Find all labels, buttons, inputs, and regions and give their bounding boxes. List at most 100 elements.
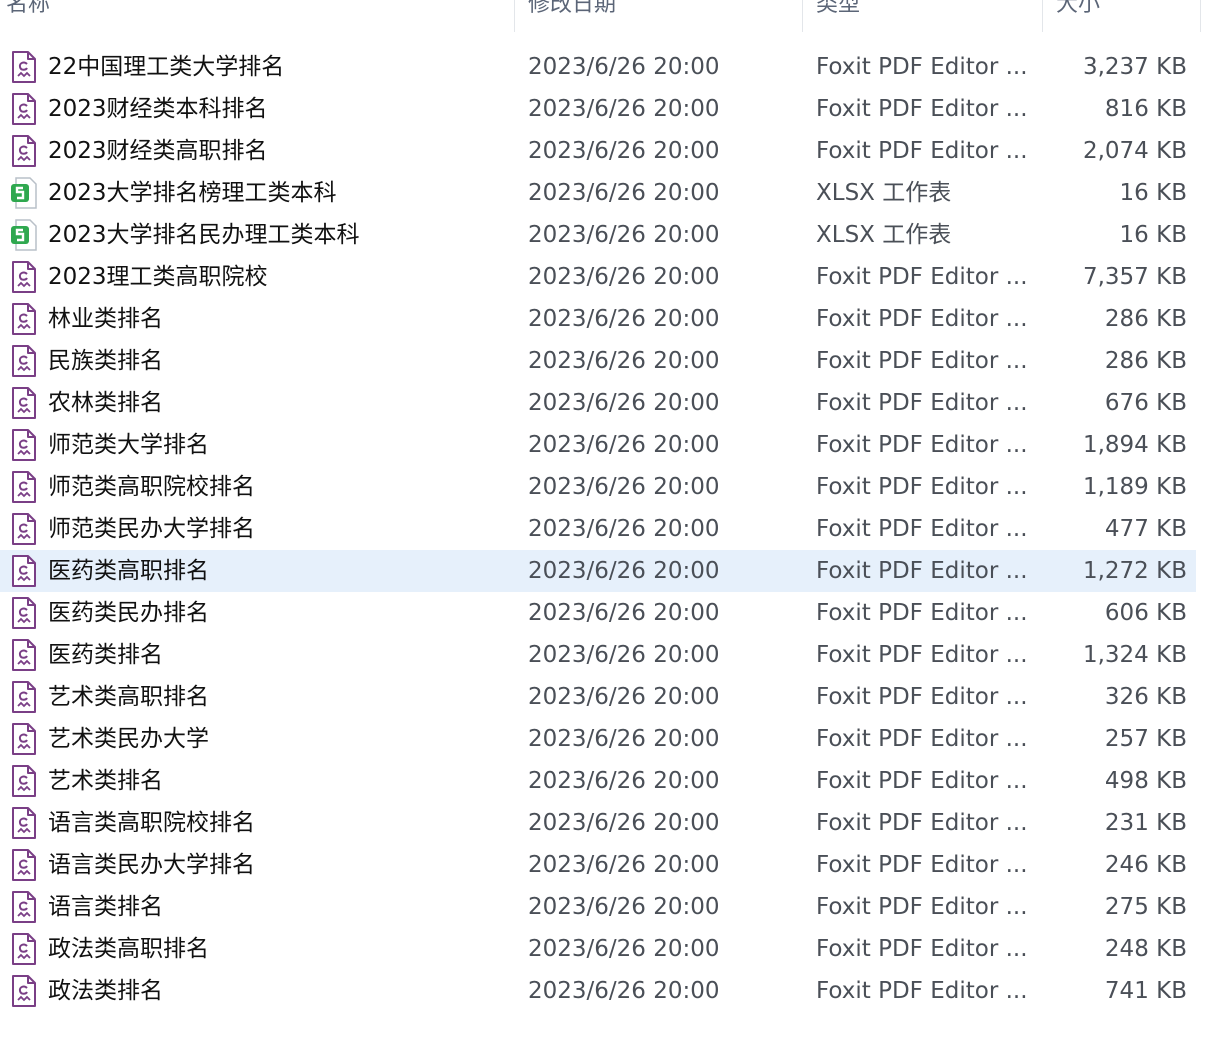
file-size: 816 KB bbox=[1104, 96, 1187, 122]
file-type: Foxit PDF Editor ... bbox=[816, 852, 1028, 878]
file-size: 477 KB bbox=[1104, 516, 1187, 542]
pdf-file-icon bbox=[10, 849, 38, 881]
column-divider[interactable] bbox=[1200, 0, 1201, 32]
file-size: 257 KB bbox=[1104, 726, 1187, 752]
file-type: Foxit PDF Editor ... bbox=[816, 600, 1028, 626]
file-row[interactable]: 师范类大学排名 2023/6/26 20:00 Foxit PDF Editor .… bbox=[0, 424, 1196, 466]
pdf-file-icon bbox=[10, 513, 38, 545]
pdf-file-icon bbox=[10, 51, 38, 83]
pdf-file-icon bbox=[10, 597, 38, 629]
file-name: 2023大学排名榜理工类本科 bbox=[48, 180, 337, 206]
file-name: 师范类大学排名 bbox=[48, 432, 209, 458]
file-size: 1,272 KB bbox=[1082, 558, 1187, 584]
file-size: 286 KB bbox=[1104, 306, 1187, 332]
file-type: Foxit PDF Editor ... bbox=[816, 516, 1028, 542]
file-row[interactable]: 医药类民办排名 2023/6/26 20:00 Foxit PDF Editor .… bbox=[0, 592, 1196, 634]
file-row[interactable]: 农林类排名 2023/6/26 20:00 Foxit PDF Editor ...… bbox=[0, 382, 1196, 424]
column-header-modified[interactable]: 修改日期 bbox=[528, 0, 616, 32]
file-modified-date: 2023/6/26 20:00 bbox=[528, 978, 720, 1004]
file-modified-date: 2023/6/26 20:00 bbox=[528, 264, 720, 290]
file-modified-date: 2023/6/26 20:00 bbox=[528, 894, 720, 920]
file-size: 676 KB bbox=[1104, 390, 1187, 416]
file-modified-date: 2023/6/26 20:00 bbox=[528, 96, 720, 122]
pdf-file-icon bbox=[10, 387, 38, 419]
file-size: 231 KB bbox=[1104, 810, 1187, 836]
file-modified-date: 2023/6/26 20:00 bbox=[528, 768, 720, 794]
pdf-file-icon bbox=[10, 765, 38, 797]
pdf-file-icon bbox=[10, 807, 38, 839]
file-name: 语言类排名 bbox=[48, 894, 163, 920]
file-type: Foxit PDF Editor ... bbox=[816, 810, 1028, 836]
file-modified-date: 2023/6/26 20:00 bbox=[528, 138, 720, 164]
file-row[interactable]: 2023大学排名民办理工类本科 2023/6/26 20:00 XLSX 工作表 16… bbox=[0, 214, 1196, 256]
file-row[interactable]: 2023财经类本科排名 2023/6/26 20:00 Foxit PDF Edit… bbox=[0, 88, 1196, 130]
file-name: 医药类民办排名 bbox=[48, 600, 209, 626]
file-type: Foxit PDF Editor ... bbox=[816, 936, 1028, 962]
pdf-file-icon bbox=[10, 891, 38, 923]
file-row[interactable]: 艺术类民办大学 2023/6/26 20:00 Foxit PDF Editor .… bbox=[0, 718, 1196, 760]
column-divider[interactable] bbox=[802, 0, 803, 32]
file-type: XLSX 工作表 bbox=[816, 222, 952, 248]
pdf-file-icon bbox=[10, 933, 38, 965]
column-header-type[interactable]: 类型 bbox=[816, 0, 860, 32]
file-size: 286 KB bbox=[1104, 348, 1187, 374]
file-row[interactable]: 医药类高职排名 2023/6/26 20:00 Foxit PDF Editor .… bbox=[0, 550, 1196, 592]
file-size: 2,074 KB bbox=[1082, 138, 1187, 164]
file-type: Foxit PDF Editor ... bbox=[816, 138, 1028, 164]
file-type: Foxit PDF Editor ... bbox=[816, 726, 1028, 752]
file-name: 22中国理工类大学排名 bbox=[48, 54, 285, 80]
file-row[interactable]: 政法类排名 2023/6/26 20:00 Foxit PDF Editor ...… bbox=[0, 970, 1196, 1012]
column-header-name[interactable]: 名称 bbox=[6, 0, 50, 32]
file-name: 艺术类排名 bbox=[48, 768, 163, 794]
file-type: Foxit PDF Editor ... bbox=[816, 432, 1028, 458]
pdf-file-icon bbox=[10, 93, 38, 125]
pdf-file-icon bbox=[10, 345, 38, 377]
file-row[interactable]: 艺术类高职排名 2023/6/26 20:00 Foxit PDF Editor .… bbox=[0, 676, 1196, 718]
column-divider[interactable] bbox=[1042, 0, 1043, 32]
file-size: 3,237 KB bbox=[1082, 54, 1187, 80]
file-modified-date: 2023/6/26 20:00 bbox=[528, 516, 720, 542]
file-name: 民族类排名 bbox=[48, 348, 163, 374]
column-header-bar: 名称 修改日期 类型 大小 bbox=[0, 0, 1218, 32]
file-type: Foxit PDF Editor ... bbox=[816, 978, 1028, 1004]
file-name: 艺术类民办大学 bbox=[48, 726, 209, 752]
file-row[interactable]: 语言类民办大学排名 2023/6/26 20:00 Foxit PDF Editor… bbox=[0, 844, 1196, 886]
file-row[interactable]: 2023理工类高职院校 2023/6/26 20:00 Foxit PDF Edit… bbox=[0, 256, 1196, 298]
file-name: 师范类民办大学排名 bbox=[48, 516, 255, 542]
pdf-file-icon bbox=[10, 723, 38, 755]
file-modified-date: 2023/6/26 20:00 bbox=[528, 432, 720, 458]
file-name: 政法类高职排名 bbox=[48, 936, 209, 962]
file-type: Foxit PDF Editor ... bbox=[816, 894, 1028, 920]
file-type: Foxit PDF Editor ... bbox=[816, 54, 1028, 80]
file-row[interactable]: 2023大学排名榜理工类本科 2023/6/26 20:00 XLSX 工作表 16 … bbox=[0, 172, 1196, 214]
pdf-file-icon bbox=[10, 303, 38, 335]
file-name: 师范类高职院校排名 bbox=[48, 474, 255, 500]
file-modified-date: 2023/6/26 20:00 bbox=[528, 852, 720, 878]
file-row[interactable]: 艺术类排名 2023/6/26 20:00 Foxit PDF Editor ...… bbox=[0, 760, 1196, 802]
pdf-file-icon bbox=[10, 471, 38, 503]
pdf-file-icon bbox=[10, 261, 38, 293]
file-size: 741 KB bbox=[1104, 978, 1187, 1004]
file-size: 16 KB bbox=[1119, 180, 1187, 206]
vertical-scrollbar[interactable] bbox=[1204, 32, 1218, 1062]
file-type: Foxit PDF Editor ... bbox=[816, 474, 1028, 500]
file-modified-date: 2023/6/26 20:00 bbox=[528, 222, 720, 248]
file-row[interactable]: 语言类高职院校排名 2023/6/26 20:00 Foxit PDF Editor… bbox=[0, 802, 1196, 844]
file-row[interactable]: 语言类排名 2023/6/26 20:00 Foxit PDF Editor ...… bbox=[0, 886, 1196, 928]
file-row[interactable]: 林业类排名 2023/6/26 20:00 Foxit PDF Editor ...… bbox=[0, 298, 1196, 340]
file-modified-date: 2023/6/26 20:00 bbox=[528, 684, 720, 710]
file-row[interactable]: 政法类高职排名 2023/6/26 20:00 Foxit PDF Editor .… bbox=[0, 928, 1196, 970]
file-type: Foxit PDF Editor ... bbox=[816, 96, 1028, 122]
file-row[interactable]: 师范类高职院校排名 2023/6/26 20:00 Foxit PDF Editor… bbox=[0, 466, 1196, 508]
file-name: 政法类排名 bbox=[48, 978, 163, 1004]
file-name: 农林类排名 bbox=[48, 390, 163, 416]
column-divider[interactable] bbox=[514, 0, 515, 32]
column-header-size[interactable]: 大小 bbox=[1056, 0, 1100, 32]
pdf-file-icon bbox=[10, 639, 38, 671]
file-row[interactable]: 民族类排名 2023/6/26 20:00 Foxit PDF Editor ...… bbox=[0, 340, 1196, 382]
file-row[interactable]: 医药类排名 2023/6/26 20:00 Foxit PDF Editor ...… bbox=[0, 634, 1196, 676]
file-row[interactable]: 22中国理工类大学排名 2023/6/26 20:00 Foxit PDF Edit… bbox=[0, 46, 1196, 88]
file-row[interactable]: 2023财经类高职排名 2023/6/26 20:00 Foxit PDF Edit… bbox=[0, 130, 1196, 172]
file-size: 246 KB bbox=[1104, 852, 1187, 878]
file-row[interactable]: 师范类民办大学排名 2023/6/26 20:00 Foxit PDF Editor… bbox=[0, 508, 1196, 550]
